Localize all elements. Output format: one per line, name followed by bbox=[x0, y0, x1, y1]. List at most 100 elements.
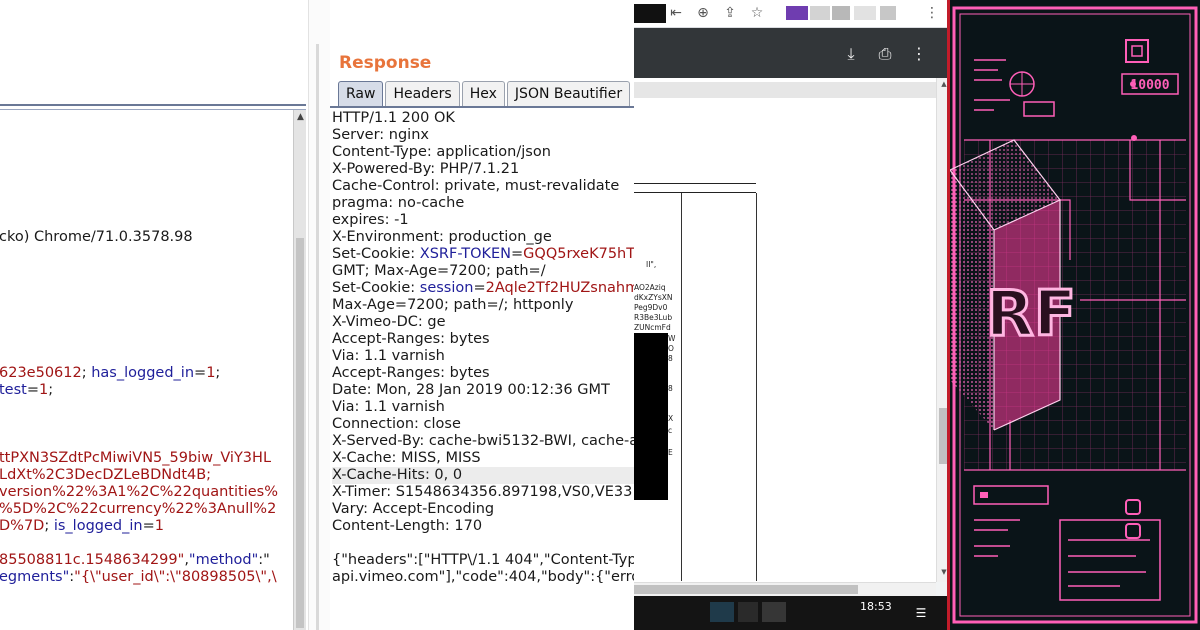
code-token: cko) Chrome/71.0.3578.98 bbox=[0, 229, 193, 245]
arrow-icon[interactable]: ⇤ bbox=[666, 3, 686, 23]
response-line: api.vimeo.com"],"code":404,"body":{"erro bbox=[332, 569, 634, 586]
divider-grip[interactable] bbox=[316, 44, 319, 630]
code-token: X-Powered-By: PHP/7.1.21 bbox=[332, 161, 520, 177]
big-letters: RF bbox=[986, 277, 1076, 350]
request-line: version%22%3A1%2C%22quantities% bbox=[0, 484, 278, 501]
request-line: test=1; bbox=[0, 382, 53, 399]
request-editor[interactable]: cko) Chrome/71.0.3578.98 623e50612; has_l… bbox=[0, 110, 293, 630]
scroll-up-icon[interactable]: ▲ bbox=[294, 112, 307, 122]
code-token: :" bbox=[258, 552, 270, 568]
response-line: expires: -1 bbox=[332, 212, 634, 229]
taskbar: 18:53 ☰ bbox=[634, 596, 950, 630]
tab-raw[interactable]: Raw bbox=[338, 81, 384, 107]
code-token: session bbox=[419, 280, 474, 296]
code-token: %5D%2C%22currency%22%3Anull%2 bbox=[0, 501, 277, 517]
request-scrollbar[interactable]: ▲ bbox=[293, 110, 306, 630]
more-icon[interactable]: ⋮ bbox=[922, 3, 942, 23]
response-line: Via: 1.1 varnish bbox=[332, 348, 634, 365]
pdf-text-fragment: E bbox=[668, 448, 673, 457]
code-token: ; bbox=[44, 518, 54, 534]
code-token: HTTP/1.1 200 OK bbox=[332, 110, 455, 126]
response-line: X-Cache-Hits: 0, 0 bbox=[332, 467, 634, 484]
code-token: = bbox=[473, 280, 486, 296]
request-panel: cko) Chrome/71.0.3578.98 623e50612; has_l… bbox=[0, 0, 308, 630]
pdf-page bbox=[634, 98, 936, 582]
pixelated-extension bbox=[854, 6, 876, 20]
response-line: Server: nginx bbox=[332, 127, 634, 144]
artwork-svg: 10000 RF bbox=[950, 0, 1200, 630]
request-line: ttPXN3SZdtPcMiwiVN5_59biw_ViY3HL bbox=[0, 450, 271, 467]
tab-headers[interactable]: Headers bbox=[385, 81, 460, 107]
tab-json-beautifier[interactable]: JSON Beautifier bbox=[506, 81, 631, 107]
response-line: GMT; Max-Age=7200; path=/ bbox=[332, 263, 634, 280]
taskbar-clock[interactable]: 18:53 bbox=[860, 600, 892, 613]
star-icon[interactable]: ☆ bbox=[747, 3, 767, 23]
code-token: 623e50612 bbox=[0, 365, 82, 381]
response-line: Set-Cookie: session=2Aqle2Tf2HUZsnahm bbox=[332, 280, 634, 297]
code-token: 2Aqle2Tf2HUZsnahm bbox=[485, 280, 634, 296]
code-token: = bbox=[26, 382, 40, 398]
pdf-text-fragment: AO2Aziq bbox=[634, 283, 666, 292]
code-token: LdXt%2C3DecDZLeBDNdt4B; bbox=[0, 467, 212, 483]
xsrf-artwork: 10000 RF bbox=[950, 0, 1200, 630]
code-token: ttPXN3SZdtPcMiwiVN5_59biw_ViY3HL bbox=[0, 450, 272, 466]
request-line: 85508811c.1548634299","method":" bbox=[0, 552, 270, 569]
scrollbar-thumb[interactable] bbox=[296, 238, 304, 628]
code-token: Cache-Control: private, must-revalidate bbox=[332, 178, 620, 194]
code-token: {"headers":["HTTP\/1.1 404","Content-Typ bbox=[332, 552, 634, 568]
code-token: Set-Cookie: bbox=[332, 246, 420, 262]
response-line bbox=[332, 535, 634, 552]
code-token: 1 bbox=[154, 518, 164, 534]
pdf-horizontal-scrollbar[interactable] bbox=[634, 582, 936, 596]
code-token: api.vimeo.com"],"code":404,"body":{"erro bbox=[332, 569, 634, 585]
code-token: X-Vimeo-DC: ge bbox=[332, 314, 446, 330]
zoom-icon[interactable]: ⊕ bbox=[693, 3, 713, 23]
code-token: Via: 1.1 varnish bbox=[332, 348, 445, 364]
request-line: egments":"{\"user_id\":\"80898505\",\ bbox=[0, 569, 277, 586]
split-divider[interactable] bbox=[308, 0, 330, 630]
table-column-line bbox=[756, 193, 757, 581]
request-line: %5D%2C%22currency%22%3Anull%2 bbox=[0, 501, 276, 518]
code-token: X-Environment: production_ge bbox=[332, 229, 552, 245]
table-column-line bbox=[681, 193, 682, 581]
extension-icon[interactable] bbox=[786, 6, 808, 20]
address-bar[interactable]: ⇤ ⊕ ⇪ ☆ ⋮ bbox=[634, 0, 950, 28]
pixelated-tray-icon bbox=[710, 602, 734, 622]
response-body[interactable]: HTTP/1.1 200 OK Server: nginx Content-Type… bbox=[332, 110, 634, 586]
pixelated-extension bbox=[880, 6, 896, 20]
code-token: X-Cache: MISS, MISS bbox=[332, 450, 481, 466]
code-token: "{\"user_id\":\"80898505\",\ bbox=[74, 569, 277, 585]
request-line: 623e50612; has_logged_in=1; bbox=[0, 365, 220, 382]
tab-hex[interactable]: Hex bbox=[461, 81, 505, 107]
print-icon[interactable]: ⎙ bbox=[874, 43, 896, 65]
code-token: Vary: Accept-Encoding bbox=[332, 501, 495, 517]
response-line: Set-Cookie: XSRF-TOKEN=GQQ5rxeK75hT bbox=[332, 246, 634, 263]
download-icon[interactable]: ⤓ bbox=[840, 43, 862, 65]
response-panel: Response Raw Headers Hex JSON Beautifier HT… bbox=[330, 0, 634, 630]
pdf-text-fragment: X bbox=[668, 414, 674, 423]
share-icon[interactable]: ⇪ bbox=[720, 3, 740, 23]
more-icon[interactable]: ⋮ bbox=[908, 43, 930, 65]
pdf-page-gap bbox=[634, 82, 936, 98]
counter-label: 10000 bbox=[1130, 78, 1169, 93]
code-token: Content-Length: 170 bbox=[332, 518, 483, 534]
code-token: "method" bbox=[188, 552, 259, 568]
notification-icon[interactable]: ☰ bbox=[914, 606, 928, 620]
code-token: = bbox=[142, 518, 155, 534]
response-line: X-Vimeo-DC: ge bbox=[332, 314, 634, 331]
scrollbar-thumb[interactable] bbox=[634, 585, 858, 594]
response-line: Content-Type: application/json bbox=[332, 144, 634, 161]
pdf-text-fragment: Peg9Dv0 bbox=[634, 303, 668, 312]
code-token: has_logged_in bbox=[91, 365, 195, 381]
code-token: XSRF-TOKEN bbox=[419, 246, 512, 262]
code-token: = bbox=[194, 365, 207, 381]
code-token: GQQ5rxeK75hT bbox=[523, 246, 634, 262]
response-line: Accept-Ranges: bytes bbox=[332, 365, 634, 382]
redaction-box bbox=[634, 333, 668, 500]
response-title: Response bbox=[339, 53, 432, 73]
code-token: ; bbox=[81, 365, 92, 381]
pdf-text-fragment: II", bbox=[646, 260, 657, 269]
code-token: Accept-Ranges: bytes bbox=[332, 365, 490, 381]
code-token: Server: nginx bbox=[332, 127, 429, 143]
response-line: Vary: Accept-Encoding bbox=[332, 501, 634, 518]
